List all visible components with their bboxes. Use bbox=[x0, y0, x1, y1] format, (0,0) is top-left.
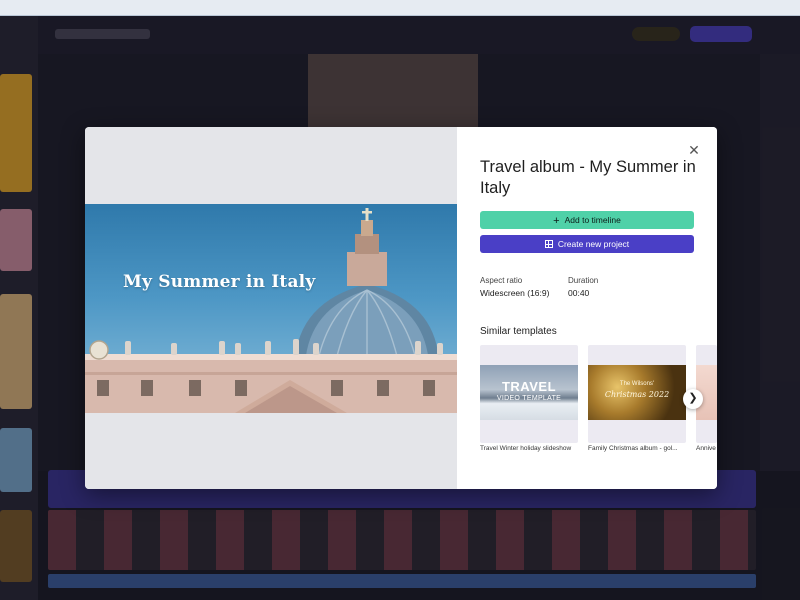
create-new-project-label: Create new project bbox=[557, 239, 630, 249]
close-icon[interactable]: ✕ bbox=[686, 142, 702, 158]
duration-value: 00:40 bbox=[568, 288, 590, 298]
template-title: Travel album - My Summer in Italy bbox=[480, 158, 696, 197]
create-new-project-button[interactable]: Create new project bbox=[480, 235, 694, 253]
basilica-illustration bbox=[85, 208, 457, 413]
template-preview-dialog: My Summer in Italy ✕ Travel album - My S… bbox=[85, 127, 717, 489]
thumbnail-subtext: Christmas 2022 bbox=[604, 390, 670, 399]
similar-template-card[interactable]: The Wilsons' Christmas 2022 bbox=[588, 345, 686, 443]
similar-template-card[interactable]: TRAVEL VIDEO TEMPLATE bbox=[480, 345, 578, 443]
template-thumbnail: The Wilsons' Christmas 2022 bbox=[588, 365, 686, 420]
similar-template-label: Family Christmas album - gol... bbox=[588, 445, 678, 452]
chevron-right-icon[interactable]: ❯ bbox=[683, 389, 703, 409]
similar-template-label: Travel Winter holiday slideshow bbox=[480, 445, 572, 452]
add-to-timeline-button[interactable]: + Add to timeline bbox=[480, 211, 694, 229]
aspect-ratio-value: Widescreen (16:9) bbox=[480, 288, 550, 298]
template-thumbnail: TRAVEL VIDEO TEMPLATE bbox=[480, 365, 578, 420]
template-preview-image[interactable]: My Summer in Italy bbox=[85, 204, 457, 413]
thumbnail-text: TRAVEL bbox=[501, 379, 557, 394]
add-to-timeline-label: Add to timeline bbox=[564, 215, 621, 225]
grid-icon bbox=[544, 240, 553, 248]
thumbnail-text: The Wilsons' bbox=[619, 381, 655, 387]
window-top-strip bbox=[0, 0, 800, 16]
duration-label: Duration bbox=[568, 276, 599, 285]
plus-icon: + bbox=[553, 215, 560, 227]
similar-templates-heading: Similar templates bbox=[480, 326, 557, 337]
thumbnail-subtext: VIDEO TEMPLATE bbox=[496, 395, 562, 402]
similar-template-label: Annive bbox=[696, 445, 716, 452]
template-preview-pane: My Summer in Italy bbox=[85, 127, 457, 489]
preview-overlay-title: My Summer in Italy bbox=[123, 272, 316, 292]
aspect-ratio-label: Aspect ratio bbox=[480, 276, 523, 285]
template-info-pane: ✕ Travel album - My Summer in Italy + Add… bbox=[457, 127, 717, 489]
